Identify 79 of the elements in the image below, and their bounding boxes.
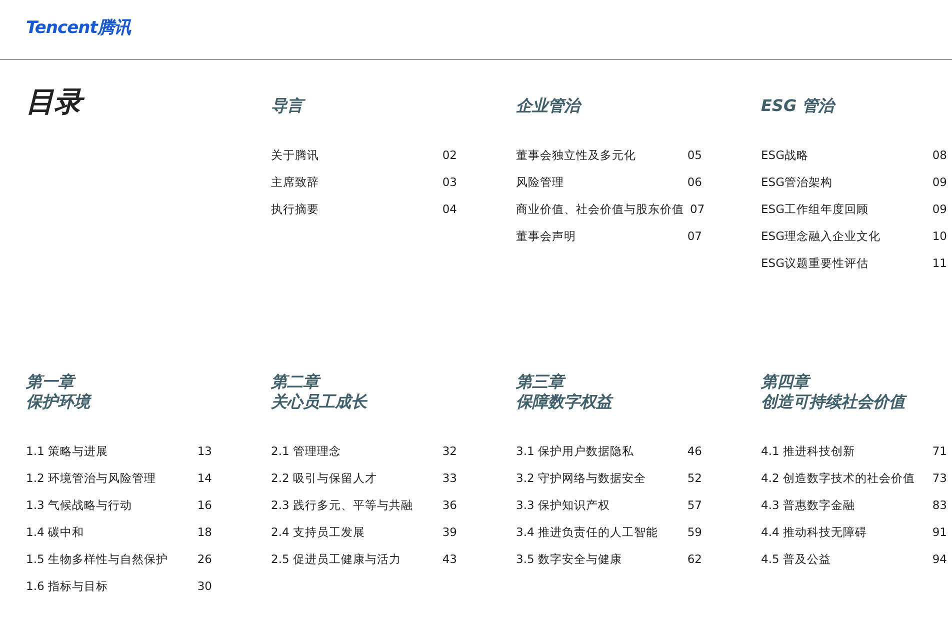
entry-title: 1.1 策略与进展 bbox=[26, 442, 108, 460]
entry-title: 2.3 践行多元、平等与共融 bbox=[271, 496, 413, 514]
chapter-number: 第一章 bbox=[26, 372, 77, 392]
page-number: 52 bbox=[687, 470, 702, 487]
section-heading: 企业管治 bbox=[516, 96, 583, 117]
page-number: 06 bbox=[687, 174, 702, 191]
page-number: 91 bbox=[932, 524, 947, 541]
entry-title: 4.3 普惠数字金融 bbox=[761, 496, 855, 514]
page-number: 18 bbox=[197, 524, 212, 541]
entry-title: 1.4 碳中和 bbox=[26, 524, 84, 541]
entry-title: ESG管治架构 bbox=[761, 174, 832, 191]
chapter-number: 第三章 bbox=[516, 372, 567, 392]
entry-title: 1.2 环境管治与风险管理 bbox=[26, 470, 156, 487]
page-number: 43 bbox=[442, 550, 457, 568]
page-number: 46 bbox=[687, 442, 702, 460]
page-number: 26 bbox=[197, 550, 212, 568]
page-number: 05 bbox=[687, 146, 702, 164]
page-number: 57 bbox=[687, 496, 702, 514]
chapter-title: 保障数字权益 bbox=[516, 392, 614, 412]
tencent-logo: Tencent腾讯 bbox=[26, 18, 130, 38]
page-number: 04 bbox=[442, 200, 457, 218]
page-number: 33 bbox=[442, 470, 457, 487]
entry-title: 3.5 数字安全与健康 bbox=[516, 550, 622, 568]
page-number: 59 bbox=[687, 524, 702, 541]
page-number: 39 bbox=[442, 524, 457, 541]
entry-title: 关于腾讯 bbox=[271, 146, 319, 164]
page-number: 71 bbox=[932, 442, 947, 460]
entry-title: 1.5 生物多样性与自然保护 bbox=[26, 550, 168, 568]
page-number: 83 bbox=[932, 496, 947, 514]
page-number: 13 bbox=[197, 442, 212, 460]
section-heading: ESG 管治 bbox=[761, 96, 837, 117]
entry-title: 风险管理 bbox=[516, 174, 564, 191]
entry-title: 2.1 管理理念 bbox=[271, 442, 341, 460]
entry-title: ESG理念融入企业文化 bbox=[761, 228, 880, 245]
entry-title: 3.1 保护用户数据隐私 bbox=[516, 442, 634, 460]
page-number: 03 bbox=[442, 174, 457, 191]
entry-title: 2.4 支持员工发展 bbox=[271, 524, 365, 541]
page-number: 02 bbox=[442, 146, 457, 164]
chapter-title: 保护环境 bbox=[26, 392, 93, 412]
chapter-title: 关心员工成长 bbox=[271, 392, 369, 412]
page-number: 73 bbox=[932, 470, 947, 487]
page-number: 11 bbox=[932, 254, 947, 272]
page-number: 08 bbox=[932, 146, 947, 164]
entry-title: ESG工作组年度回顾 bbox=[761, 200, 868, 218]
entry-title: 4.5 普及公益 bbox=[761, 550, 831, 568]
entry-title: 4.4 推动科技无障碍 bbox=[761, 524, 867, 541]
section-heading: 导言 bbox=[271, 96, 516, 142]
page-number: 36 bbox=[442, 496, 457, 514]
entry-title: 1.3 气候战略与行动 bbox=[26, 496, 132, 514]
entry-title: ESG战略 bbox=[761, 146, 808, 164]
entry-title: 3.4 推进负责任的人工智能 bbox=[516, 524, 658, 541]
chapter-number: 第四章 bbox=[761, 372, 812, 392]
entry-title: 执行摘要 bbox=[271, 200, 319, 218]
page-number: 09 bbox=[932, 174, 947, 191]
entry-title: 主席致辞 bbox=[271, 174, 319, 191]
page-number: 07 bbox=[690, 200, 705, 218]
page-number: 09 bbox=[932, 200, 947, 218]
entry-title: 董事会独立性及多元化 bbox=[516, 146, 636, 164]
entry-title: 3.2 守护网络与数据安全 bbox=[516, 470, 646, 487]
page-number: 16 bbox=[197, 496, 212, 514]
entry-title: 商业价值、社会价值与股东价值 bbox=[516, 200, 684, 218]
entry-title: 1.6 指标与目标 bbox=[26, 578, 108, 595]
chapter-title: 创造可持续社会价值 bbox=[761, 392, 908, 412]
page-number: 62 bbox=[687, 550, 702, 568]
entry-title: 2.5 促进员工健康与活力 bbox=[271, 550, 401, 568]
entry-title: ESG议题重要性评估 bbox=[761, 254, 868, 272]
chapter-number: 第二章 bbox=[271, 372, 322, 392]
entry-title: 2.2 吸引与保留人才 bbox=[271, 470, 377, 487]
page-number: 10 bbox=[932, 228, 947, 245]
page-number: 14 bbox=[197, 470, 212, 487]
page-number: 32 bbox=[442, 442, 457, 460]
page-number: 07 bbox=[687, 228, 702, 245]
page-number: 30 bbox=[197, 578, 212, 595]
entry-title: 3.3 保护知识产权 bbox=[516, 496, 610, 514]
page-number: 94 bbox=[932, 550, 947, 568]
page-title: 目录 bbox=[26, 88, 271, 116]
entry-title: 4.2 创造数字技术的社会价值 bbox=[761, 470, 915, 487]
entry-title: 董事会声明 bbox=[516, 228, 576, 245]
entry-title: 4.1 推进科技创新 bbox=[761, 442, 855, 460]
